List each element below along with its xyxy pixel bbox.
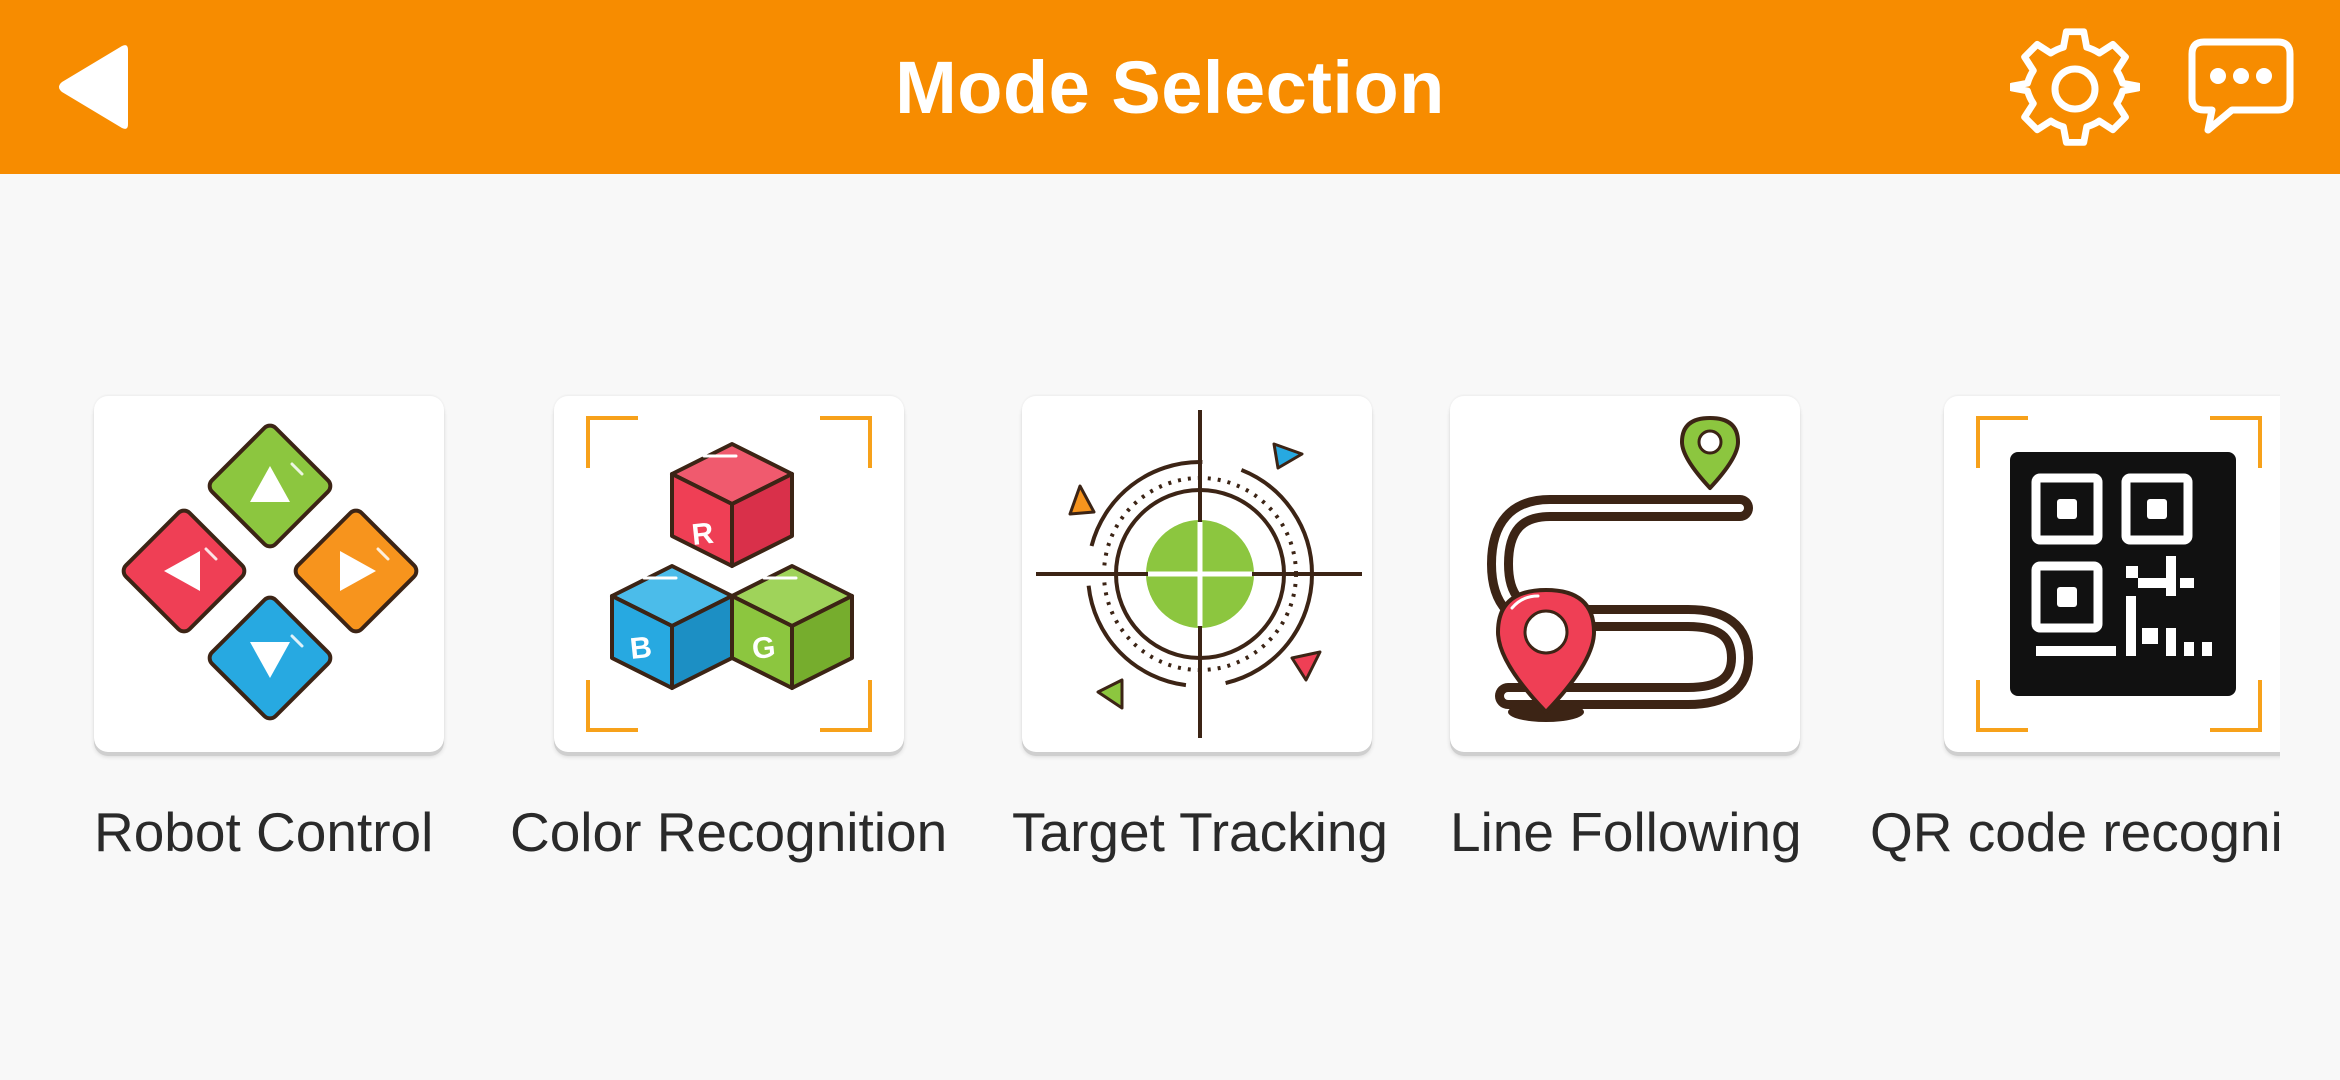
header-bar: Mode Selection xyxy=(0,0,2340,174)
back-button[interactable] xyxy=(52,40,136,134)
messages-button[interactable] xyxy=(2186,34,2296,144)
svg-text:R: R xyxy=(690,517,715,552)
mode-label-qr-code-recognition[interactable]: QR code recogni xyxy=(1870,794,2280,870)
mode-list[interactable]: Robot Control R B G Color Recognition Ta… xyxy=(0,174,2280,1080)
rgb-cubes-icon: R B G xyxy=(586,416,872,732)
mode-label-color-recognition[interactable]: Color Recognition xyxy=(510,794,970,870)
direction-pad-icon xyxy=(121,423,419,721)
svg-text:B: B xyxy=(628,631,653,666)
crosshair-target-icon xyxy=(1036,410,1362,738)
chat-bubble-icon xyxy=(2188,38,2294,134)
svg-text:G: G xyxy=(750,631,777,666)
qr-code-icon xyxy=(1976,416,2262,732)
mode-card-target-tracking[interactable] xyxy=(1022,396,1372,752)
mode-card-line-following[interactable] xyxy=(1450,396,1800,752)
gear-icon xyxy=(2010,28,2140,146)
mode-card-qr-code-recognition[interactable] xyxy=(1944,396,2280,752)
page-title: Mode Selection xyxy=(895,45,1445,129)
mode-label-robot-control[interactable]: Robot Control xyxy=(94,794,454,870)
mode-label-line-following[interactable]: Line Following xyxy=(1450,794,1820,870)
mode-card-color-recognition[interactable]: R B G xyxy=(554,396,904,752)
mode-card-robot-control[interactable] xyxy=(94,396,444,752)
route-path-icon xyxy=(1487,416,1753,722)
settings-button[interactable] xyxy=(2010,24,2140,154)
mode-label-target-tracking[interactable]: Target Tracking xyxy=(1012,794,1392,870)
